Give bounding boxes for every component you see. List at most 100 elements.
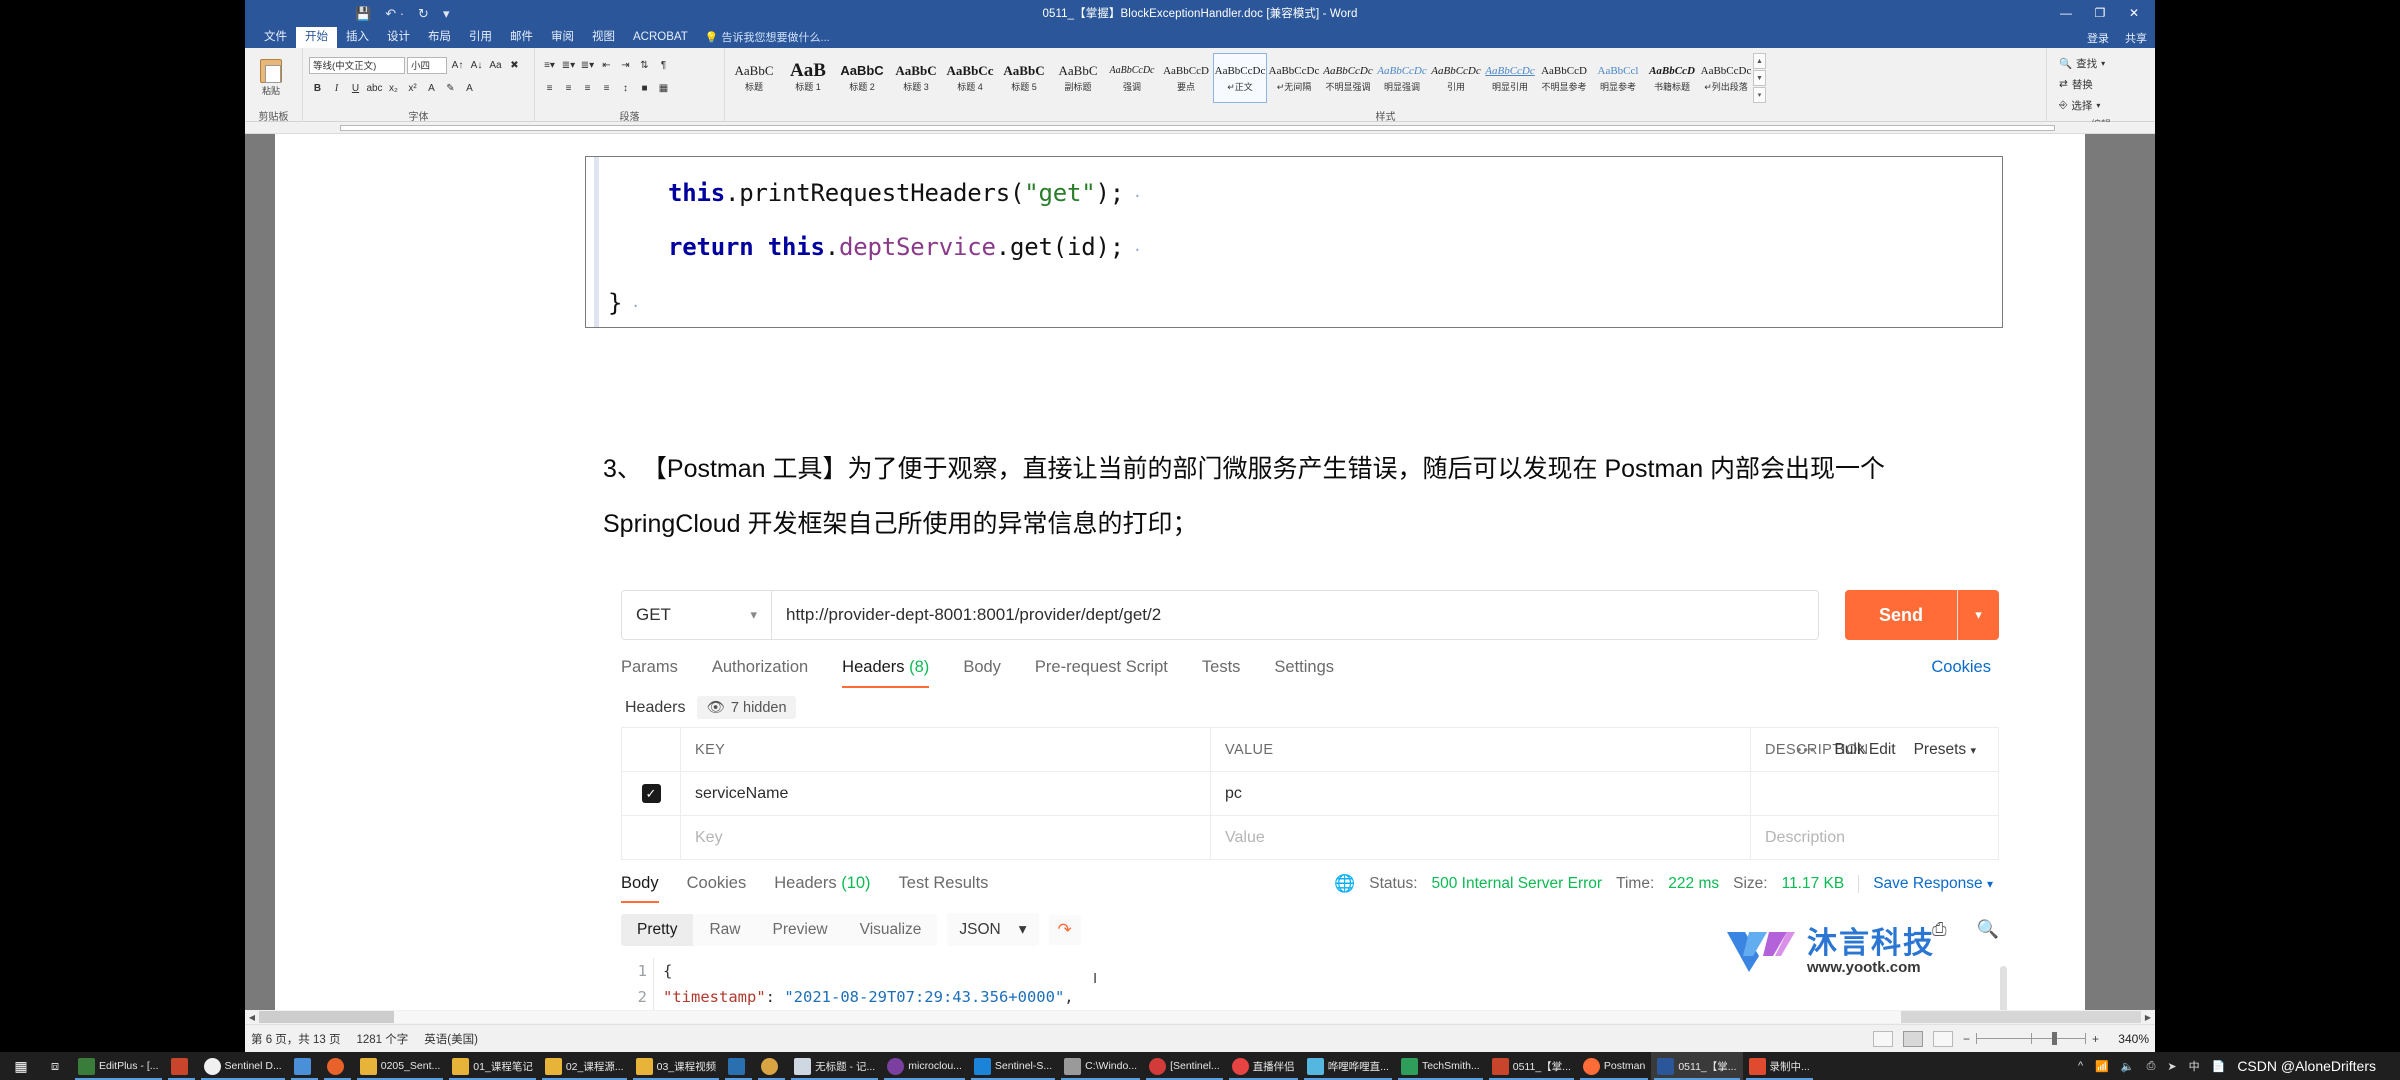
hidden-headers-pill[interactable]: 👁 7 hidden: [697, 696, 796, 719]
paste-button[interactable]: 粘贴: [251, 59, 291, 97]
row-value-placeholder[interactable]: Value: [1210, 816, 1750, 859]
tab-pre-request-script[interactable]: Pre-request Script: [1035, 658, 1168, 688]
strikethrough-icon[interactable]: abc: [366, 80, 383, 97]
zoom-out-icon[interactable]: −: [1963, 1032, 1970, 1046]
document-canvas[interactable]: this.printRequestHeaders("get"); · retur…: [245, 134, 2155, 1030]
hscroll-thumb[interactable]: [259, 1011, 394, 1023]
response-tab-body[interactable]: Body: [621, 874, 659, 903]
send-options-icon[interactable]: ▾: [1957, 590, 1999, 640]
multilevel-list-icon[interactable]: ≣▾: [579, 57, 596, 74]
taskbar-item-postman[interactable]: Postman: [1577, 1052, 1651, 1080]
zoom-in-icon[interactable]: +: [2092, 1032, 2099, 1046]
style-item[interactable]: AaBbC 标题 5: [997, 53, 1051, 103]
zoom-level[interactable]: 340%: [2109, 1032, 2149, 1046]
subscript-icon[interactable]: x₂: [385, 80, 402, 97]
taskbar-item[interactable]: 01_课程笔记: [446, 1052, 539, 1080]
style-item[interactable]: AaBbC 标题 3: [889, 53, 943, 103]
taskbar-item[interactable]: [288, 1052, 321, 1080]
align-center-icon[interactable]: ≡: [560, 80, 577, 97]
taskbar-item[interactable]: [755, 1052, 788, 1080]
grow-font-icon[interactable]: A↑: [449, 57, 466, 74]
line-spacing-icon[interactable]: ↕: [617, 80, 634, 97]
tray-expand-icon[interactable]: ^: [2078, 1060, 2083, 1072]
row-value[interactable]: pc: [1210, 772, 1750, 815]
taskbar-item[interactable]: 录制中...: [1743, 1052, 1816, 1080]
ribbon-tab-file[interactable]: 文件: [255, 27, 296, 48]
style-item[interactable]: AaBbCcDc 引用: [1429, 53, 1483, 103]
ribbon-tab-review[interactable]: 审阅: [542, 27, 583, 48]
highlight-color-icon[interactable]: ✎: [442, 80, 459, 97]
ribbon-tab-view[interactable]: 视图: [583, 27, 624, 48]
increase-indent-icon[interactable]: ⇥: [617, 57, 634, 74]
bullets-icon[interactable]: ≡▾: [541, 57, 558, 74]
select-button[interactable]: ⎆ 选择 ▾: [2059, 96, 2100, 114]
taskbar-item[interactable]: 无标题 - 记...: [788, 1052, 881, 1080]
sort-icon[interactable]: ⇅: [636, 57, 653, 74]
tell-me-box[interactable]: 💡 告诉我您想要做什么...: [705, 29, 830, 48]
style-item[interactable]: AaB 标题 1: [781, 53, 835, 103]
tab-headers[interactable]: Headers (8): [842, 658, 930, 688]
row-description[interactable]: [1750, 772, 1998, 815]
presets-button[interactable]: Presets ▾: [1914, 741, 1976, 759]
response-tab-headers[interactable]: Headers (10): [774, 874, 870, 903]
search-icon[interactable]: 🔍: [1977, 919, 1999, 940]
ribbon-tab-insert[interactable]: 插入: [337, 27, 378, 48]
style-gallery-more-icon[interactable]: ▾: [1753, 87, 1766, 103]
style-item[interactable]: AaBbC 副标题: [1051, 53, 1105, 103]
response-tab-cookies[interactable]: Cookies: [687, 874, 747, 903]
row-key-placeholder[interactable]: Key: [680, 816, 1210, 859]
numbering-icon[interactable]: ≣▾: [560, 57, 577, 74]
tab-tests[interactable]: Tests: [1202, 658, 1241, 688]
response-tab-test-results[interactable]: Test Results: [899, 874, 989, 903]
tab-settings[interactable]: Settings: [1274, 658, 1334, 688]
ribbon-tab-acrobat[interactable]: ACROBAT: [624, 27, 697, 48]
cookies-link[interactable]: Cookies: [1931, 658, 1991, 677]
redo-icon[interactable]: ↻: [418, 7, 429, 20]
mode-pretty[interactable]: Pretty: [621, 913, 694, 946]
taskbar-item[interactable]: Sentinel D...: [198, 1052, 288, 1080]
taskbar-item[interactable]: [321, 1052, 354, 1080]
taskbar-item[interactable]: EditPlus - [...: [72, 1052, 165, 1080]
decrease-indent-icon[interactable]: ⇤: [598, 57, 615, 74]
style-item[interactable]: AaBbCcDc 不明显强调: [1321, 53, 1375, 103]
style-item[interactable]: AaBbCc 标题 4: [943, 53, 997, 103]
sign-in-link[interactable]: 登录: [2087, 30, 2109, 46]
mode-preview[interactable]: Preview: [757, 914, 844, 946]
task-view-icon[interactable]: ⧈: [38, 1058, 72, 1074]
hscroll-track[interactable]: [259, 1011, 2141, 1023]
share-link[interactable]: 共享: [2125, 30, 2147, 46]
text-effects-icon[interactable]: A: [423, 80, 440, 97]
taskbar-item[interactable]: Sentinel-S...: [968, 1052, 1058, 1080]
page-info[interactable]: 第 6 页，共 13 页: [251, 1031, 340, 1047]
align-left-icon[interactable]: ≡: [541, 80, 558, 97]
horizontal-scrollbar[interactable]: ◀ ▶: [245, 1010, 2155, 1024]
borders-icon[interactable]: ▦: [655, 80, 672, 97]
change-case-icon[interactable]: Aa: [487, 57, 504, 74]
style-item[interactable]: AaBbCcD 要点: [1159, 53, 1213, 103]
close-button[interactable]: ✕: [2117, 0, 2151, 26]
ribbon-tab-references[interactable]: 引用: [460, 27, 501, 48]
taskbar-item[interactable]: 0511_【掌...: [1486, 1052, 1577, 1080]
superscript-icon[interactable]: x²: [404, 80, 421, 97]
row-checkbox-cell[interactable]: ✓: [622, 784, 680, 803]
clear-formatting-icon[interactable]: ✖: [506, 57, 523, 74]
taskbar-item[interactable]: [165, 1052, 198, 1080]
hscroll-thumb-right[interactable]: [1901, 1011, 2141, 1023]
response-language-select[interactable]: JSON ▾: [947, 913, 1039, 946]
font-name-input[interactable]: 等线(中文正文): [309, 56, 405, 74]
find-button[interactable]: 🔍 查找 ▾: [2059, 54, 2105, 72]
ribbon-tab-design[interactable]: 设计: [378, 27, 419, 48]
minimize-button[interactable]: —: [2049, 0, 2083, 26]
bold-icon[interactable]: B: [309, 80, 326, 97]
request-url-input[interactable]: http://provider-dept-8001:8001/provider/…: [771, 590, 1819, 640]
send-button[interactable]: Send: [1845, 590, 1957, 640]
ribbon-tab-home[interactable]: 开始: [296, 27, 337, 48]
scroll-right-icon[interactable]: ▶: [2141, 1013, 2155, 1022]
taskbar-item[interactable]: C:\Windo...: [1058, 1052, 1143, 1080]
table-row[interactable]: ✓ serviceName pc: [622, 772, 1998, 816]
taskbar-item[interactable]: 02_课程源...: [539, 1052, 630, 1080]
shading-icon[interactable]: ■: [636, 80, 653, 97]
undo-icon[interactable]: ↶ ·: [385, 7, 404, 20]
scroll-left-icon[interactable]: ◀: [245, 1013, 259, 1022]
print-view-icon[interactable]: [1902, 1030, 1923, 1047]
